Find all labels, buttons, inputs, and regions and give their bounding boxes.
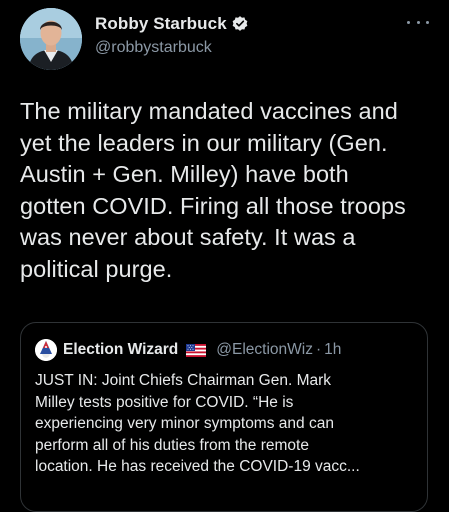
name-row: Robby Starbuck — [95, 13, 249, 35]
tweet: Robby Starbuck @robbystarbuck The milita… — [0, 0, 449, 512]
person-avatar-icon — [20, 8, 82, 70]
quoted-tweet-header: Election Wizard @ElectionWiz · 1h — [35, 339, 341, 361]
author-info[interactable]: Robby Starbuck @robbystarbuck — [95, 13, 249, 57]
quoted-author-display-name[interactable]: Election Wizard — [63, 341, 178, 359]
wizard-avatar-icon[interactable] — [35, 339, 57, 361]
quoted-tweet[interactable]: Election Wizard @ElectionWiz · 1h JUST I… — [20, 322, 428, 512]
author-handle[interactable]: @robbystarbuck — [95, 39, 249, 57]
more-options-icon[interactable] — [407, 16, 429, 28]
author-display-name[interactable]: Robby Starbuck — [95, 14, 227, 34]
verified-badge-icon — [231, 15, 249, 33]
dot — [426, 20, 429, 24]
dot — [416, 20, 420, 24]
dot — [407, 20, 410, 24]
us-flag-icon — [186, 343, 207, 357]
quoted-timestamp[interactable]: 1h — [324, 341, 341, 359]
quoted-author-handle[interactable]: @ElectionWiz — [216, 341, 313, 359]
separator-dot: · — [315, 341, 322, 358]
quoted-tweet-text: JUST IN: Joint Chiefs Chairman Gen. Mark… — [35, 372, 360, 475]
tweet-text: The military mandated vaccines and yet t… — [20, 98, 406, 282]
author-avatar[interactable] — [20, 8, 82, 70]
